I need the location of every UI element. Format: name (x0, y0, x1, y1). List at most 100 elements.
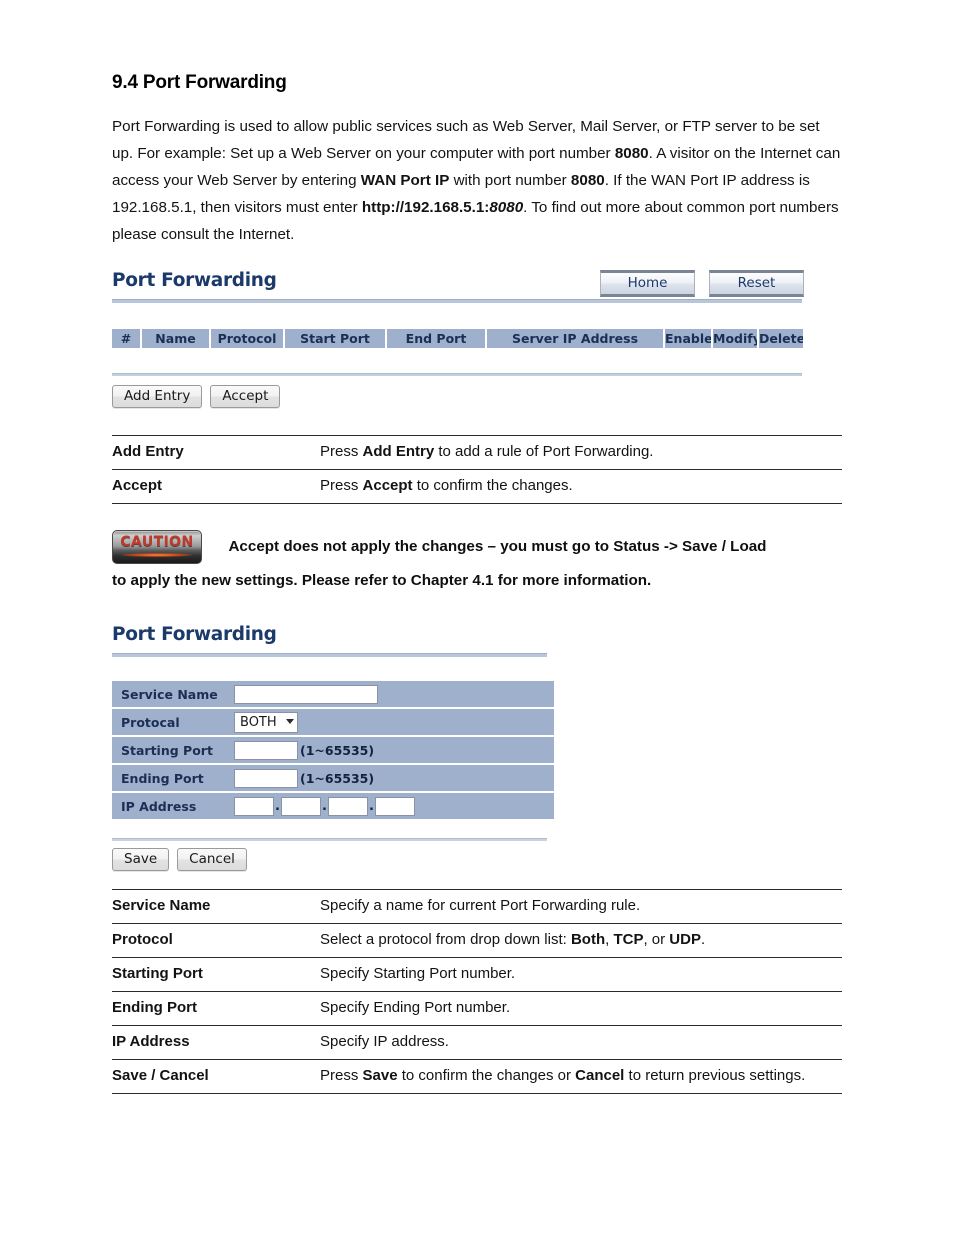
chevron-down-icon (285, 718, 294, 724)
label-service-name: Service Name (112, 681, 229, 707)
field-starting-port-cell: (1~65535) (229, 737, 554, 763)
ip-dot-1: . (275, 798, 280, 814)
ip-octet-4-input[interactable] (375, 796, 415, 816)
row-key-protocol: Protocol (112, 931, 173, 948)
ip-dot-3: . (369, 798, 374, 814)
row-value-bold-udp: UDP (669, 931, 701, 948)
row-value-ip-address: Specify IP address. (320, 1026, 842, 1060)
row-value-service-name: Specify a name for current Port Forwardi… (320, 890, 842, 924)
column-header-name: Name (142, 329, 209, 348)
row-value-text-a: Press (320, 443, 363, 460)
ip-octet-1-input[interactable] (234, 796, 274, 816)
field-service-name-cell (229, 681, 554, 707)
ip-octet-3-input[interactable] (328, 796, 368, 816)
row-value-sep: to confirm the changes or (397, 1067, 576, 1084)
field-ip-address-cell: ... (229, 793, 554, 819)
row-value-ending-port: Specify Ending Port number. (320, 992, 842, 1026)
starting-port-range-hint: (1~65535) (300, 742, 375, 758)
row-key-starting-port: Starting Port (112, 965, 203, 982)
field-protocol-cell: BOTH (229, 709, 554, 735)
ending-port-range-hint: (1~65535) (300, 770, 375, 786)
caution-line-1: Accept does not apply the changes – you … (228, 538, 767, 556)
form-row-starting-port: Starting Port (1~65535) (112, 737, 554, 763)
row-value-text: Specify Ending Port number. (320, 999, 511, 1016)
label-ip-address: IP Address (112, 793, 229, 819)
row-key-service-name: Service Name (112, 897, 211, 914)
row-value-tail: to return previous settings. (624, 1067, 806, 1084)
cancel-button[interactable]: Cancel (177, 848, 247, 871)
reset-button[interactable]: Reset (709, 270, 804, 297)
row-key-ip-address: IP Address (112, 1033, 190, 1050)
table-row: Protocol Select a protocol from drop dow… (112, 924, 842, 958)
row-value-text: Specify a name for current Port Forwardi… (320, 897, 641, 914)
intro-bold-url: http://192.168.5.1: (361, 199, 490, 216)
form-panel-title: Port Forwarding (112, 624, 277, 645)
caution-icon-label: CAUTION (120, 534, 194, 550)
row-value-bold-save: Save (362, 1067, 398, 1084)
intro-text-3: with port number (449, 172, 571, 189)
table-row: Starting Port Specify Starting Port numb… (112, 958, 842, 992)
home-button[interactable]: Home (600, 270, 695, 297)
column-header-start-port: Start Port (285, 329, 385, 348)
table-row: IP Address Specify IP address. (112, 1026, 842, 1060)
intro-bold-port-8080-b: 8080 (570, 172, 605, 189)
protocol-select[interactable]: BOTH (234, 711, 298, 733)
row-key-accept: Accept (112, 477, 163, 494)
row-value-bold-a: Add Entry (362, 443, 435, 460)
row-value-starting-port: Specify Starting Port number. (320, 958, 842, 992)
service-name-input[interactable] (234, 684, 378, 704)
row-value-text-b: to add a rule of Port Forwarding. (434, 443, 654, 460)
column-header-server-ip: Server IP Address (487, 329, 663, 348)
intro-italic-port: 8080 (489, 199, 524, 216)
row-value-bold-b: Accept (362, 477, 413, 494)
page-title: 9.4 Port Forwarding (112, 72, 287, 93)
form-description-table: Service Name Specify a name for current … (112, 889, 842, 1094)
table-row: Add Entry Press Add Entry to add a rule … (112, 435, 842, 470)
row-value-period: . (700, 931, 706, 948)
column-header-delete: Delete (759, 329, 803, 348)
list-bottom-divider (112, 373, 802, 376)
form-button-bar: Save Cancel (112, 848, 842, 871)
list-header-buttons: Home Reset (600, 270, 804, 297)
row-value-bold-tcp: TCP (613, 931, 644, 948)
row-value-text: Press (320, 1067, 363, 1084)
row-value-text: Specify Starting Port number. (320, 965, 516, 982)
table-row: Save / Cancel Press Save to confirm the … (112, 1060, 842, 1094)
page-content: 9.4 Port Forwarding Port Forwarding is u… (112, 72, 842, 1094)
intro-bold-port-8080-a: 8080 (614, 145, 649, 162)
port-forwarding-form: Service Name Protocal BOTH Starting Port… (112, 679, 554, 821)
row-value-text-c: Press (320, 477, 363, 494)
table-row: Service Name Specify a name for current … (112, 889, 842, 924)
row-value-accept: Press Accept to confirm the changes. (320, 470, 842, 504)
label-starting-port: Starting Port (112, 737, 229, 763)
intro-paragraph: Port Forwarding is used to allow public … (112, 113, 842, 248)
row-value-text-d: to confirm the changes. (412, 477, 573, 494)
table-row: Accept Press Accept to confirm the chang… (112, 470, 842, 504)
row-key-add-entry: Add Entry (112, 443, 184, 460)
row-value-save-cancel: Press Save to confirm the changes or Can… (320, 1060, 842, 1094)
ending-port-input[interactable] (234, 768, 298, 788)
caution-icon-glow (121, 553, 193, 557)
column-header-index: # (112, 329, 140, 348)
ip-octet-2-input[interactable] (281, 796, 321, 816)
row-value-protocol: Select a protocol from drop down list: B… (320, 924, 842, 958)
caution-line-2: to apply the new settings. Please refer … (112, 572, 652, 589)
column-header-modify: Modify (713, 329, 757, 348)
document-page: 9.4 Port Forwarding Port Forwarding is u… (0, 0, 954, 1235)
form-bottom-divider (112, 838, 547, 841)
list-description-table: Add Entry Press Add Entry to add a rule … (112, 435, 842, 504)
column-header-end-port: End Port (387, 329, 485, 348)
form-row-service-name: Service Name (112, 681, 554, 707)
column-header-protocol: Protocol (211, 329, 283, 348)
accept-button[interactable]: Accept (210, 385, 281, 408)
caution-callout: CAUTION Accept does not apply the change… (112, 530, 842, 596)
port-forwarding-form-screenshot: Port Forwarding Service Name Protocal BO… (112, 624, 842, 871)
row-value-text: Select a protocol from drop down list: (320, 931, 571, 948)
starting-port-input[interactable] (234, 740, 298, 760)
list-title-divider (112, 299, 802, 303)
row-key-ending-port: Ending Port (112, 999, 197, 1016)
protocol-select-value: BOTH (240, 714, 277, 730)
form-title-divider (112, 653, 547, 657)
save-button[interactable]: Save (112, 848, 170, 871)
add-entry-button[interactable]: Add Entry (112, 385, 203, 408)
